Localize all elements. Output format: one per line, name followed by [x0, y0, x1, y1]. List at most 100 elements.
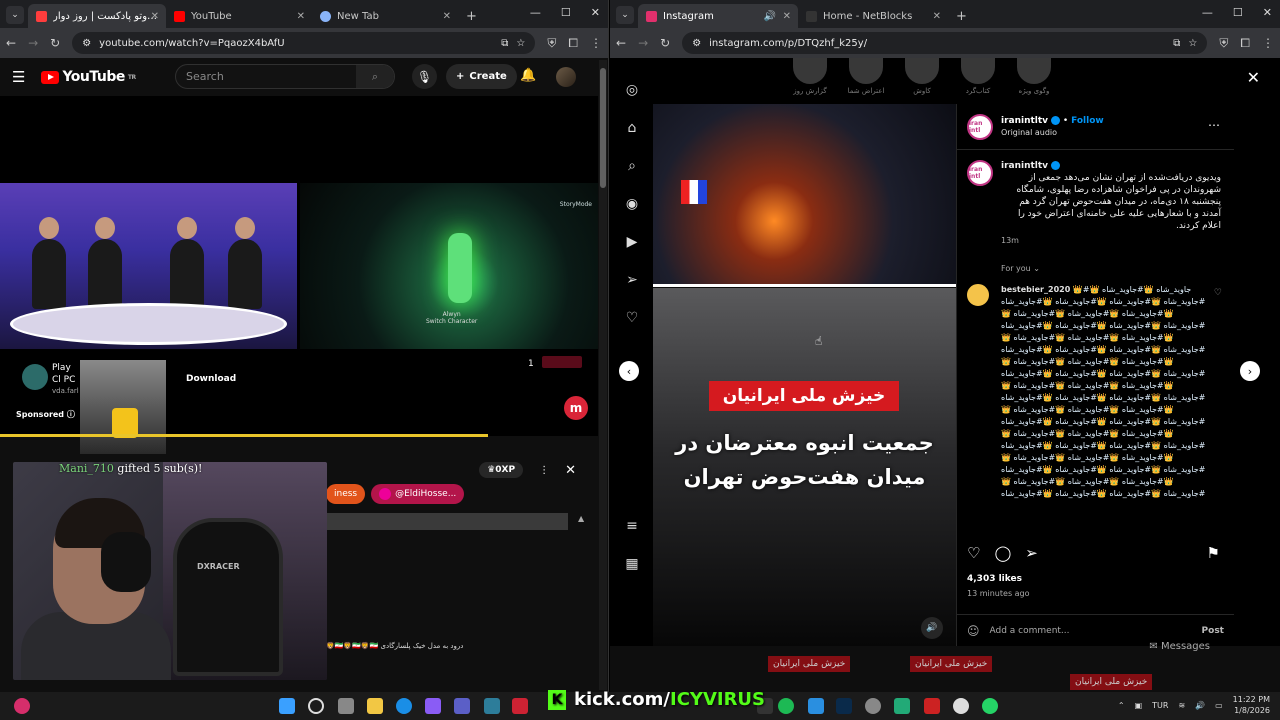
widgets-icon[interactable] — [14, 698, 30, 714]
chat-scroll-up-icon[interactable]: ▲ — [578, 514, 584, 523]
app-icon[interactable] — [484, 698, 500, 714]
tab-search-button[interactable]: ⌄ — [6, 6, 24, 24]
new-tab-button[interactable]: + — [948, 4, 975, 28]
page-scrollbar[interactable] — [599, 60, 607, 690]
ad-thumbnail[interactable] — [80, 360, 166, 454]
reload-icon[interactable]: ↻ — [50, 36, 60, 50]
follow-button[interactable]: Follow — [1071, 116, 1104, 126]
comment-sort-dropdown[interactable]: For you ⌄ — [1001, 264, 1040, 273]
search-button[interactable]: ⌕ — [356, 65, 394, 88]
story-item[interactable]: گزارش روز — [790, 58, 830, 104]
ad-progress-bar[interactable] — [0, 434, 488, 437]
commenter-username[interactable]: bestebier_2020 — [1001, 285, 1070, 294]
new-tab-button[interactable]: + — [458, 4, 485, 28]
original-audio-link[interactable]: Original audio — [1001, 128, 1104, 137]
info-icon[interactable]: ⓘ — [67, 410, 75, 419]
notifications-bell-icon[interactable]: 🔔 — [520, 68, 536, 83]
app-icon[interactable] — [865, 698, 881, 714]
edge-icon[interactable] — [396, 698, 412, 714]
url-field[interactable]: ⚙ youtube.com/watch?v=PqaozX4bAfU ⧉ ☆ — [72, 32, 536, 54]
extensions-icon[interactable]: ⧠ — [568, 36, 578, 51]
back-icon[interactable]: ← — [616, 36, 626, 50]
bookmark-star-icon[interactable]: ☆ — [1188, 38, 1197, 49]
like-comment-icon[interactable]: ♡ — [1214, 288, 1222, 298]
close-post-icon[interactable]: ✕ — [1247, 68, 1260, 87]
volume-icon[interactable]: 🔊 — [1195, 701, 1205, 710]
story-item[interactable]: اعتراض شما — [846, 58, 886, 104]
reels-icon[interactable]: ▶ — [627, 234, 638, 250]
chat-menu-icon[interactable]: ⋮ — [539, 465, 549, 476]
close-tab-icon[interactable]: ✕ — [151, 11, 159, 22]
send-icon[interactable]: ➢ — [626, 272, 638, 288]
close-window-icon[interactable]: ✕ — [1263, 6, 1272, 19]
chat-chip-mention[interactable]: @EldiHosse... — [371, 484, 465, 504]
tray-app-icon[interactable]: ▣ — [1135, 701, 1143, 710]
tray-chevron-icon[interactable]: ⌃ — [1118, 701, 1125, 710]
more-options-icon[interactable]: ⋯ — [1208, 118, 1220, 132]
search-icon[interactable] — [308, 698, 324, 714]
start-windows-icon[interactable] — [279, 698, 295, 714]
close-tab-icon[interactable]: ✕ — [933, 11, 941, 22]
likes-count[interactable]: 4,303 likes — [967, 574, 1022, 584]
hamburger-menu-icon[interactable]: ☰ — [12, 68, 25, 86]
ad-title[interactable]: Play Cl PC — [52, 362, 82, 386]
story-item[interactable]: وگوی ویژه — [1014, 58, 1054, 104]
next-post-button[interactable]: › — [1240, 361, 1260, 381]
close-tab-icon[interactable]: ✕ — [297, 11, 305, 22]
menu-dots-icon[interactable]: ⋮ — [590, 36, 602, 50]
app-icon[interactable] — [924, 698, 940, 714]
shield-icon[interactable]: ⛨ — [1219, 36, 1228, 51]
youtube-logo[interactable]: YouTube TR — [41, 69, 136, 85]
home-icon[interactable]: ⌂ — [628, 120, 637, 136]
teams-icon[interactable] — [454, 698, 470, 714]
caption-avatar[interactable]: iran intl — [967, 160, 993, 186]
heart-icon[interactable]: ♡ — [626, 310, 639, 326]
advertiser-logo[interactable] — [22, 364, 48, 390]
install-icon[interactable]: ⧉ — [1173, 38, 1180, 49]
maximize-icon[interactable]: ☐ — [1233, 6, 1243, 19]
create-button[interactable]: + Create — [446, 64, 517, 89]
search-icon[interactable]: ⌕ — [628, 158, 636, 174]
like-heart-icon[interactable]: ♡ — [967, 544, 980, 562]
minimize-icon[interactable]: — — [1202, 6, 1213, 19]
save-bookmark-icon[interactable]: ⚑ — [1207, 544, 1220, 562]
clock[interactable]: 11:22 PM 1/8/2026 — [1233, 694, 1270, 716]
vscode-icon[interactable] — [808, 698, 824, 714]
menu-dots-icon[interactable]: ⋮ — [1262, 36, 1274, 50]
username[interactable]: iranintltv — [1001, 116, 1048, 126]
account-avatar[interactable] — [556, 67, 576, 87]
messages-button[interactable]: ✉ Messages — [1149, 641, 1210, 652]
voice-search-button[interactable]: 🎙 — [412, 64, 437, 89]
close-window-icon[interactable]: ✕ — [591, 6, 600, 19]
comment-input[interactable]: Add a comment... — [990, 626, 1070, 636]
post-comment-button[interactable]: Post — [1202, 626, 1224, 636]
close-tab-icon[interactable]: ✕ — [783, 11, 791, 22]
spotify-icon[interactable] — [778, 698, 794, 714]
copilot-icon[interactable] — [425, 698, 441, 714]
extensions-icon[interactable]: ⧠ — [1240, 36, 1250, 51]
ad-preview-thumbnail[interactable] — [542, 356, 582, 368]
url-field[interactable]: ⚙ instagram.com/p/DTQzhf_k25y/ ⧉ ☆ — [682, 32, 1208, 54]
task-view-icon[interactable] — [338, 698, 354, 714]
explore-icon[interactable]: ◉ — [626, 196, 638, 212]
tab-search-button[interactable]: ⌄ — [616, 6, 634, 24]
scrollbar-thumb[interactable] — [600, 68, 606, 188]
reload-icon[interactable]: ↻ — [660, 36, 670, 50]
maximize-icon[interactable]: ☐ — [561, 6, 571, 19]
speaker-icon[interactable]: 🔊 — [764, 11, 776, 22]
wifi-icon[interactable]: ≋ — [1178, 701, 1185, 710]
bookmark-star-icon[interactable]: ☆ — [516, 38, 525, 49]
tab-instagram[interactable]: Instagram 🔊 ✕ — [638, 4, 798, 28]
instagram-logo-icon[interactable]: ◎ — [626, 82, 638, 98]
caption-username[interactable]: iranintltv — [1001, 161, 1048, 171]
commenter-avatar[interactable] — [967, 284, 989, 306]
channel-watermark-icon[interactable]: m — [564, 396, 588, 420]
tab-netblocks[interactable]: Home - NetBlocks ✕ — [798, 4, 948, 28]
chrome-icon[interactable] — [953, 698, 969, 714]
account-avatar[interactable]: iran intl — [967, 114, 993, 140]
close-tab-icon[interactable]: ✕ — [443, 11, 451, 22]
site-info-icon[interactable]: ⚙ — [82, 38, 91, 49]
app-icon[interactable] — [894, 698, 910, 714]
post-video[interactable]: خیزش ملی ایرانیان جمعیت انبوه معترضان در… — [653, 104, 956, 646]
site-info-icon[interactable]: ⚙ — [692, 38, 701, 49]
